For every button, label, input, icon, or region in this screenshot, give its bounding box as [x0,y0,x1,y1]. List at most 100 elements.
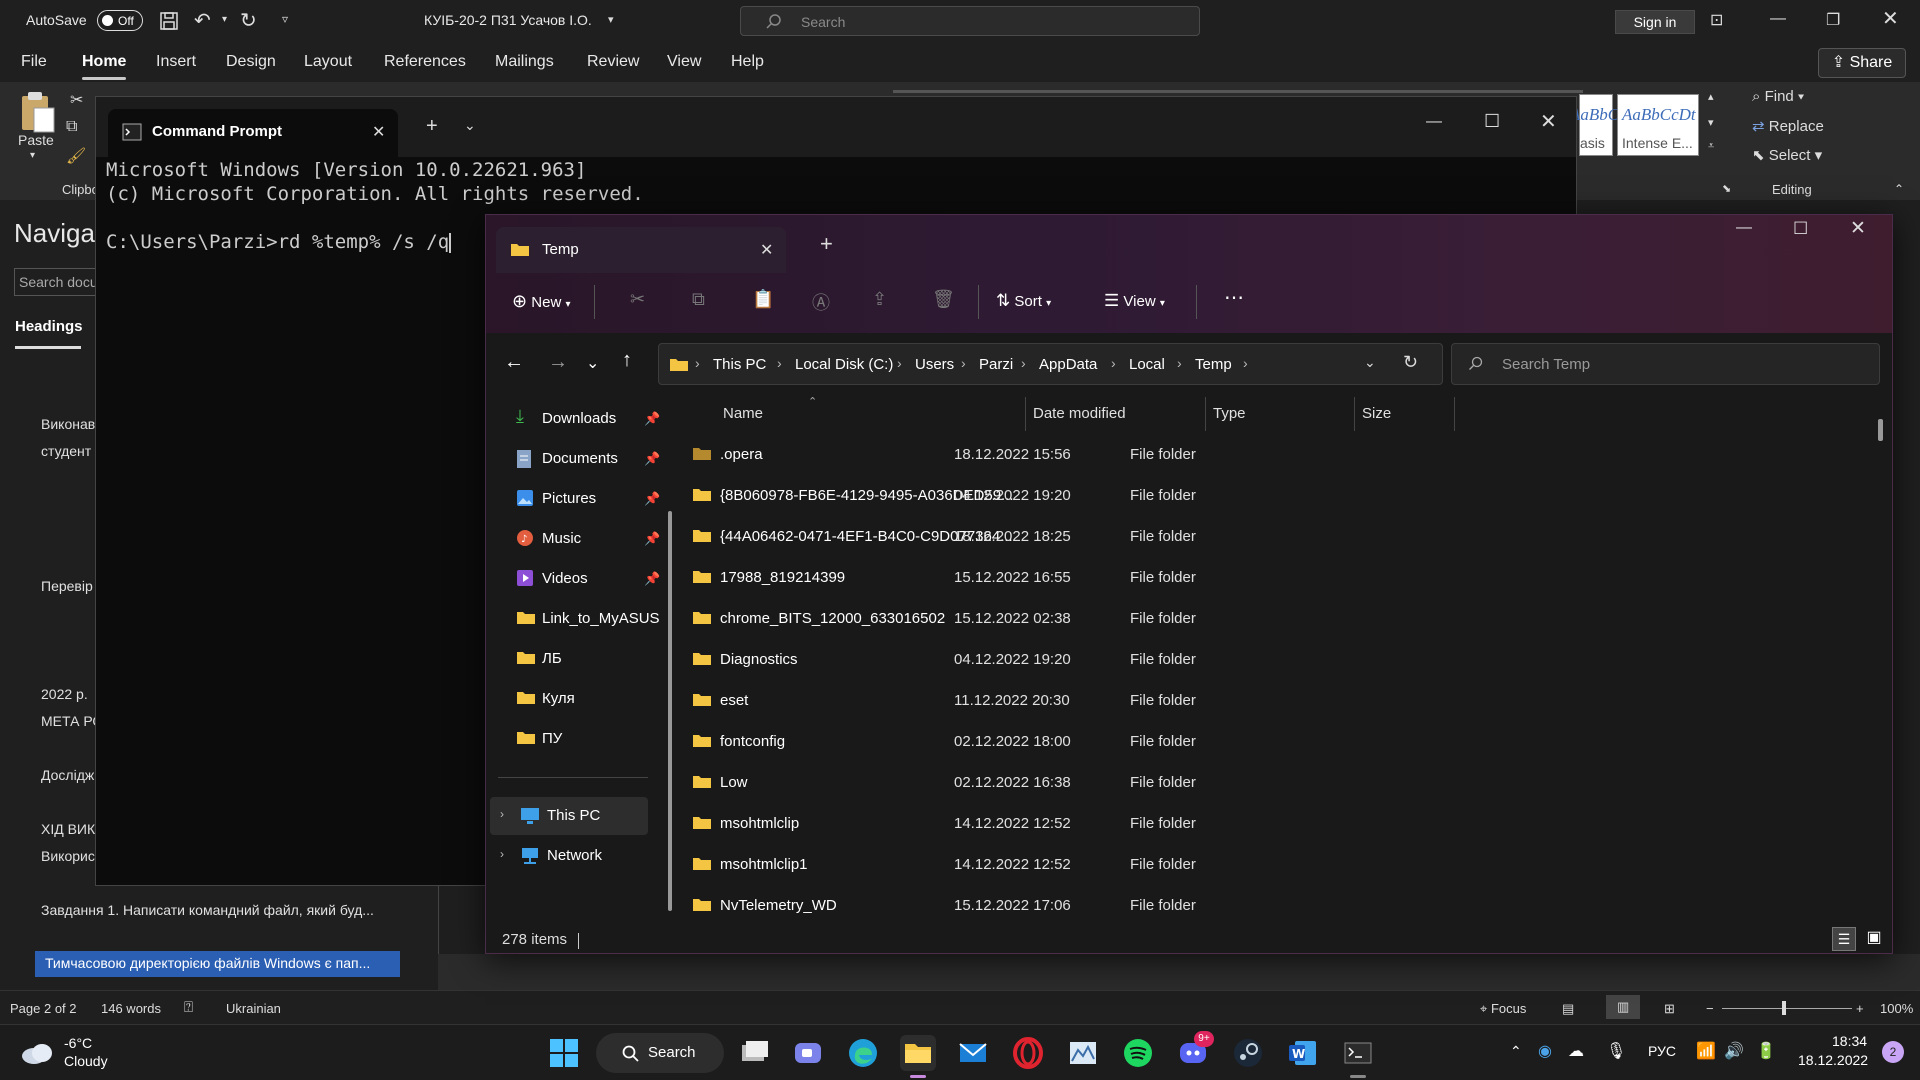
file-row[interactable]: eset 11.12.2022 20:30 File folder [684,681,1784,722]
nav-heading-item[interactable]: ХІД ВИК [41,821,95,837]
sidebar-item-lb[interactable]: ЛБ [502,641,652,677]
tab-dropdown-icon[interactable]: ⌄ [464,117,476,134]
tab-command-prompt[interactable]: Command Prompt ✕ [108,109,398,157]
file-row[interactable]: {8B060978-FB6E-4129-9495-A036DED59... 04… [684,476,1784,517]
style-emphasis[interactable]: AaBbCcDt asis [1570,94,1644,156]
refresh-icon[interactable]: ↻ [1403,352,1418,373]
column-divider[interactable] [1205,397,1206,431]
more-options-icon[interactable]: ⋯ [1224,285,1244,310]
proofing-icon[interactable]: ⍰ [184,999,193,1016]
rename-icon[interactable]: Ⓐ [812,289,830,315]
copy-icon[interactable]: ⧉ [692,289,705,310]
undo-dropdown-icon[interactable]: ▾ [222,14,227,25]
sidebar-item-network[interactable]: › Network [490,837,648,875]
share-icon[interactable]: ⇪ [872,289,887,310]
teams-chat-icon[interactable] [790,1035,826,1071]
select-button[interactable]: ⬉ Select ▾ [1752,146,1822,164]
paste-icon[interactable]: 📋 [752,289,774,310]
tab-headings[interactable]: Headings [15,318,83,349]
back-icon[interactable]: ← [504,351,524,374]
menu-help[interactable]: Help [731,53,764,71]
nav-heading-selected[interactable]: Тимчасовою директорією файлів Windows є … [35,951,400,977]
tab-temp[interactable]: Temp ✕ [496,227,786,273]
share-button[interactable]: ⇪ Share [1818,48,1906,78]
file-row[interactable]: Diagnostics 04.12.2022 19:20 File folder [684,640,1784,681]
menu-layout[interactable]: Layout [304,53,352,71]
menu-design[interactable]: Design [226,53,276,71]
web-layout-icon[interactable]: ⊞ [1664,1001,1675,1017]
sidebar-item-documents[interactable]: Documents 📌 [502,441,660,477]
column-header-type[interactable]: Type [1213,405,1246,422]
nav-heading-item[interactable]: Завдання 1. Написати командний файл, яки… [41,902,374,918]
nav-heading-item[interactable]: Дослідж [41,767,94,783]
minimize-icon[interactable]: — [1770,10,1786,28]
column-divider[interactable] [1454,397,1455,431]
breadcrumb-this-pc[interactable]: This PC [713,356,766,373]
stock-app-icon[interactable] [1065,1035,1101,1071]
file-explorer-taskbar-icon[interactable] [900,1035,936,1071]
steam-icon[interactable] [1230,1035,1266,1071]
pin-icon[interactable]: 📌 [644,531,660,547]
menu-mailings[interactable]: Mailings [495,53,554,71]
onedrive-icon[interactable]: ☁ [1568,1041,1584,1061]
pin-icon[interactable]: 📌 [644,571,660,587]
zoom-level[interactable]: 100% [1880,1001,1913,1016]
address-bar[interactable]: › This PC › Local Disk (C:) › Users › Pa… [658,343,1443,385]
task-view-icon[interactable] [736,1035,772,1071]
customize-toolbar-icon[interactable]: ▿ [282,12,288,26]
mail-icon[interactable] [955,1035,991,1071]
pin-icon[interactable]: 📌 [644,451,660,467]
file-row[interactable]: 17988_819214399 15.12.2022 16:55 File fo… [684,558,1784,599]
word-icon[interactable]: W [1285,1035,1321,1071]
menu-references[interactable]: References [384,53,466,71]
input-language[interactable]: РУС [1648,1043,1676,1059]
zoom-slider-thumb[interactable] [1782,1001,1786,1015]
recent-locations-icon[interactable]: ⌄ [586,353,599,373]
view-button[interactable]: ☰ View ▾ [1104,291,1165,311]
pin-icon[interactable]: 📌 [644,491,660,507]
nav-heading-item[interactable]: Перевір [41,578,93,594]
nav-heading-item[interactable]: студент [41,443,91,459]
column-header-size[interactable]: Size [1362,405,1391,422]
cut-icon[interactable]: ✂ [630,289,645,310]
undo-icon[interactable]: ↶ [194,8,211,33]
sidebar-item-pu[interactable]: ПУ [502,721,652,757]
title-dropdown-icon[interactable]: ▾ [608,13,614,26]
cut-icon[interactable]: ✂ [70,90,83,110]
zoom-out-icon[interactable]: − [1706,1001,1714,1016]
chevron-right-icon[interactable]: › [500,807,504,821]
file-row[interactable]: msohtmlclip 14.12.2022 12:52 File folder [684,804,1784,845]
minimize-icon[interactable]: — [1736,219,1752,237]
save-icon[interactable] [158,10,180,32]
sidebar-item-pictures[interactable]: Pictures 📌 [502,481,660,517]
maximize-icon[interactable]: ☐ [1793,219,1808,239]
spotify-icon[interactable] [1120,1035,1156,1071]
word-search-box[interactable]: Search [740,6,1200,36]
new-tab-icon[interactable]: + [426,115,438,138]
sidebar-item-videos[interactable]: Videos 📌 [502,561,660,597]
start-button[interactable] [546,1035,582,1071]
eset-icon[interactable]: ◉ [1538,1041,1552,1061]
breadcrumb-local-disk[interactable]: Local Disk (C:) [795,356,893,373]
sidebar-item-kulia[interactable]: Куля [502,681,652,717]
thumbnail-view-icon[interactable]: ▣ [1862,927,1886,951]
close-icon[interactable]: ✕ [1882,6,1899,31]
taskbar-search-button[interactable]: Search [596,1033,724,1073]
language-status[interactable]: Ukrainian [226,1001,281,1016]
nav-heading-item[interactable]: Виконав [41,416,95,432]
notification-center-badge[interactable]: 2 [1882,1041,1904,1063]
file-row[interactable]: fontconfig 02.12.2022 18:00 File folder [684,722,1784,763]
menu-review[interactable]: Review [587,53,639,71]
up-icon[interactable]: ↑ [622,349,632,372]
zoom-slider-track[interactable] [1722,1008,1852,1009]
column-header-name[interactable]: Name [723,405,763,422]
breadcrumb-appdata[interactable]: AppData [1039,356,1097,373]
breadcrumb-temp[interactable]: Temp [1195,356,1232,373]
nav-heading-item[interactable]: 2022 р. [41,686,88,702]
clock-date[interactable]: 18.12.2022 [1798,1052,1868,1068]
styles-scroll-down-icon[interactable]: ▾ [1708,116,1714,129]
breadcrumb-users[interactable]: Users [915,356,954,373]
file-list-scrollbar[interactable] [1878,419,1883,441]
address-history-icon[interactable]: ⌄ [1364,354,1376,371]
new-button[interactable]: ⊕ New ▾ [512,291,570,312]
